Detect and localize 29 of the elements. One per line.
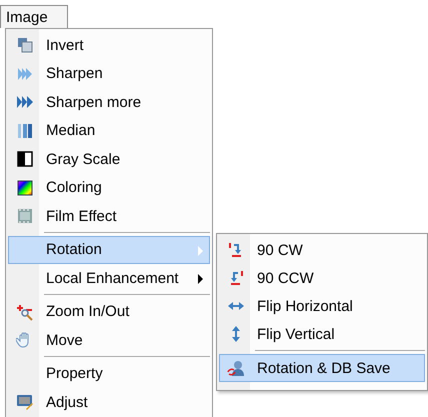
menu-item[interactable]: Invert (8, 31, 210, 60)
menu-item[interactable]: Sharpen more (8, 88, 210, 116)
menu-item[interactable]: Film Effect (8, 202, 210, 230)
menu-item[interactable]: 90 CW (219, 236, 425, 264)
half-filled-square-icon (16, 150, 34, 168)
magnifier-plus-minus-icon (16, 302, 34, 321)
monitor-pencil-icon (16, 393, 34, 412)
menu-title[interactable]: Image (0, 5, 68, 28)
bars-icon (16, 122, 34, 140)
submenu-arrow-icon (198, 246, 203, 256)
menu-item[interactable]: Move (8, 326, 210, 354)
menu-item[interactable]: Median (8, 116, 210, 145)
film-icon (16, 207, 34, 226)
menu-item[interactable]: 90 CCW (219, 264, 425, 292)
menu-item[interactable]: Adjust (8, 388, 210, 416)
menu-item[interactable]: Sharpen (8, 60, 210, 88)
menu-item[interactable]: Rotation & DB Save (219, 354, 425, 382)
menu-item[interactable]: Local Enhancement (8, 264, 210, 292)
invert-icon (16, 36, 34, 54)
submenu-arrow-icon (198, 274, 203, 284)
menu-item[interactable]: Flip Horizontal (219, 292, 425, 320)
menu-item[interactable]: Property (8, 360, 210, 388)
menu-item[interactable]: Flip Vertical (219, 320, 425, 348)
menu-item[interactable]: Zoom In/Out (8, 298, 210, 326)
menu-item[interactable]: Coloring (8, 174, 210, 202)
menu-item[interactable]: Rotation (8, 236, 210, 264)
spectrum-square-icon (16, 178, 34, 197)
menu-item[interactable]: Gray Scale (8, 145, 210, 174)
person-rotate-icon (226, 359, 244, 377)
